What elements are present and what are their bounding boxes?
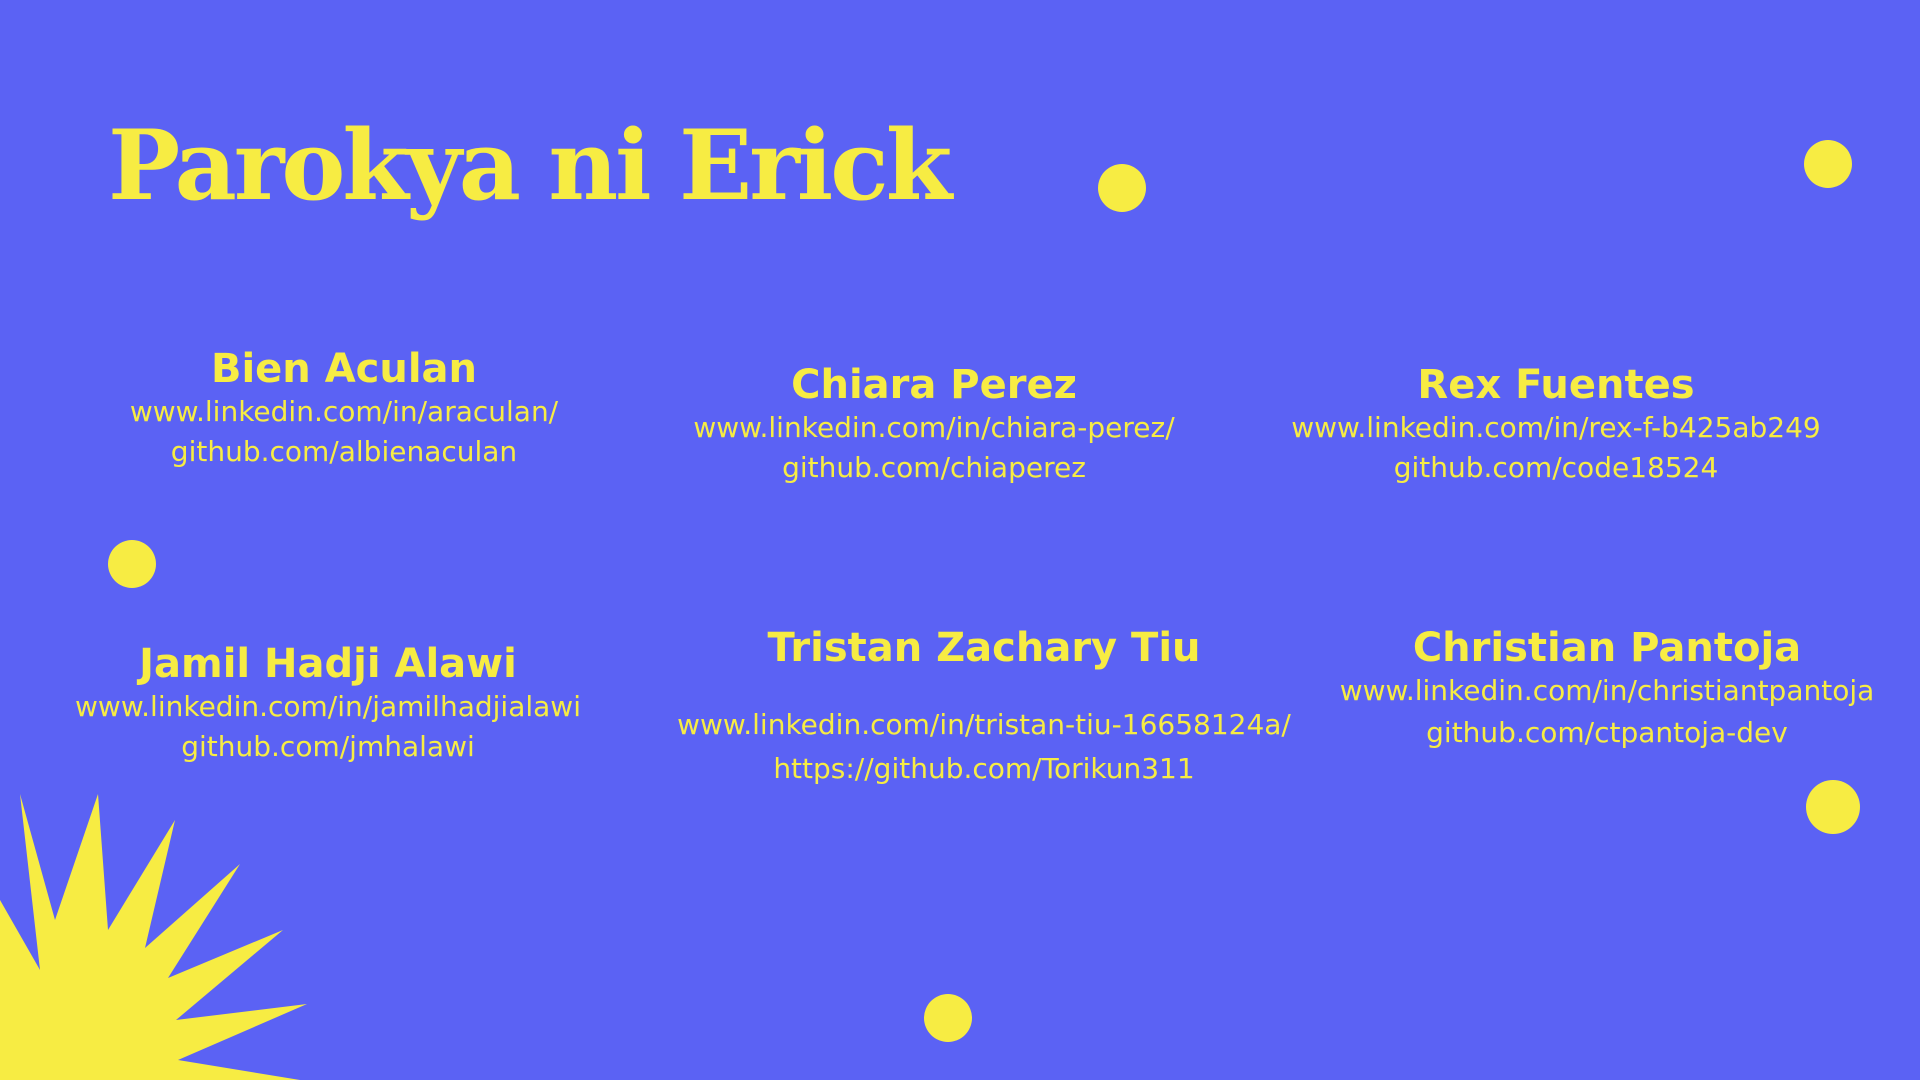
member-card: Rex Fuentes www.linkedin.com/in/rex-f-b4…: [1234, 362, 1878, 488]
member-name: Jamil Hadji Alawi: [139, 641, 517, 687]
member-name: Rex Fuentes: [1417, 362, 1695, 408]
linkedin-link[interactable]: www.linkedin.com/in/tristan-tiu-16658124…: [634, 705, 1334, 745]
github-link[interactable]: github.com/albienaculan: [54, 432, 634, 472]
decor-dot: [1804, 140, 1852, 188]
decor-dot: [1098, 164, 1146, 212]
sunburst-icon: [0, 794, 307, 1080]
linkedin-link[interactable]: www.linkedin.com/in/chiara-perez/: [634, 408, 1234, 448]
member-name: Christian Pantoja: [1412, 625, 1802, 671]
github-link[interactable]: github.com/jmhalawi: [28, 727, 628, 767]
member-card: Tristan Zachary Tiu www.linkedin.com/in/…: [634, 625, 1334, 789]
github-link[interactable]: github.com/ctpantoja-dev: [1312, 713, 1902, 753]
linkedin-link[interactable]: www.linkedin.com/in/rex-f-b425ab249: [1234, 408, 1878, 448]
linkedin-link[interactable]: www.linkedin.com/in/araculan/: [54, 392, 634, 432]
decor-dot: [108, 540, 156, 588]
github-link[interactable]: github.com/chiaperez: [634, 448, 1234, 488]
decor-dot: [1806, 780, 1860, 834]
member-name: Bien Aculan: [210, 346, 478, 392]
member-card: Jamil Hadji Alawi www.linkedin.com/in/ja…: [28, 641, 628, 767]
linkedin-link[interactable]: www.linkedin.com/in/christiantpantoja: [1312, 671, 1902, 711]
member-name: Tristan Zachary Tiu: [767, 625, 1201, 671]
page-title: Parokya ni Erick: [108, 109, 952, 222]
github-link[interactable]: github.com/code18524: [1234, 448, 1878, 488]
member-card: Christian Pantoja www.linkedin.com/in/ch…: [1312, 625, 1902, 753]
linkedin-link[interactable]: www.linkedin.com/in/jamilhadjialawi: [28, 687, 628, 727]
member-card: Bien Aculan www.linkedin.com/in/araculan…: [54, 346, 634, 472]
member-card: Chiara Perez www.linkedin.com/in/chiara-…: [634, 362, 1234, 488]
github-link[interactable]: https://github.com/Torikun311: [634, 749, 1334, 789]
member-name: Chiara Perez: [791, 362, 1077, 408]
decor-dot: [924, 994, 972, 1042]
